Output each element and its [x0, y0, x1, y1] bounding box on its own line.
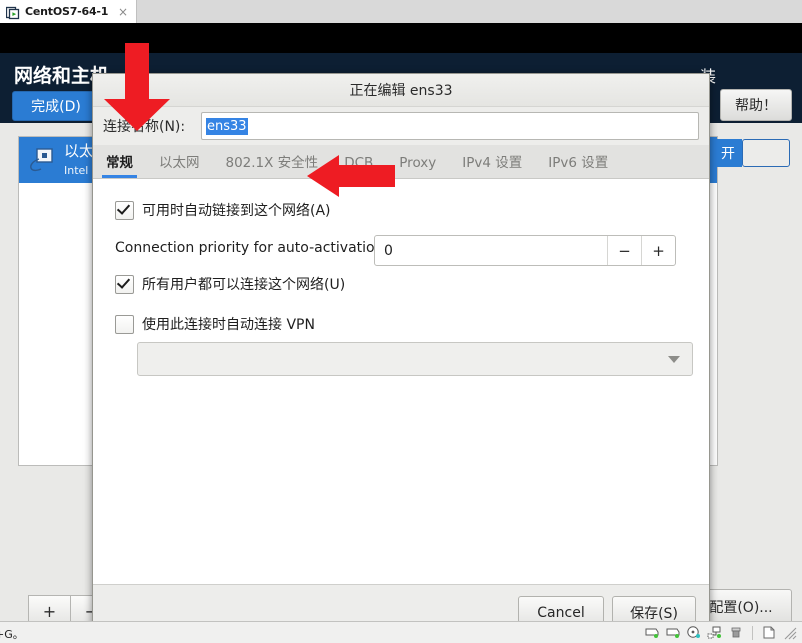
autoconnect-row[interactable]: 可用时自动链接到这个网络(A)	[115, 200, 331, 220]
resize-grip-icon[interactable]	[782, 625, 798, 640]
vpn-select[interactable]	[137, 342, 693, 376]
device-toggle-switch[interactable]	[742, 139, 790, 167]
status-divider	[752, 625, 753, 640]
tab-ethernet[interactable]: 以太网	[146, 156, 213, 179]
vm-thumbnail-icon	[5, 5, 20, 19]
priority-increment-button[interactable]: +	[641, 236, 675, 265]
device-name: 以太	[64, 141, 95, 160]
autoconnect-label: 可用时自动链接到这个网络(A)	[142, 203, 331, 219]
connection-name-value: ens33	[206, 117, 248, 135]
red-arrow-down	[100, 41, 174, 133]
red-arrow-left	[305, 153, 397, 199]
vpn-combo-row[interactable]	[137, 342, 693, 376]
document-icon[interactable]	[761, 625, 777, 640]
device-vendor: Intel	[64, 164, 89, 177]
dialog-titlebar: 正在编辑 ens33	[93, 74, 709, 107]
chevron-down-icon	[668, 355, 680, 363]
status-hint-text: l+G。	[0, 628, 24, 641]
all-users-checkbox[interactable]	[115, 274, 134, 294]
priority-spin-box[interactable]: 0 − +	[374, 235, 676, 266]
vm-tab-centos[interactable]: CentOS7-64-1 ×	[0, 0, 137, 23]
network-adapter-icon[interactable]	[707, 625, 723, 640]
done-button[interactable]: 完成(D)	[12, 91, 100, 121]
priority-value: 0	[384, 242, 393, 259]
toggle-state-label: 开	[714, 139, 742, 167]
connection-name-row: 连接名称(N): ens33	[93, 107, 709, 145]
edit-connection-dialog: 正在编辑 ens33 连接名称(N): ens33 常规 以太网 802.1X …	[92, 73, 710, 643]
connection-name-input[interactable]: ens33	[201, 112, 699, 140]
status-icon-group	[644, 625, 798, 640]
device-text: 以太 Intel	[64, 142, 94, 179]
close-icon[interactable]: ×	[116, 6, 130, 18]
device-toggle-row: 开	[714, 139, 790, 167]
all-users-row[interactable]: 所有用户都可以连接这个网络(U)	[115, 274, 345, 294]
tab-general[interactable]: 常规	[93, 156, 146, 179]
vpn-checkbox[interactable]	[115, 314, 134, 334]
priority-row: Connection priority for auto-activation:	[115, 240, 388, 256]
ethernet-icon	[27, 145, 57, 175]
priority-spinner[interactable]: 0 − +	[374, 235, 676, 266]
vm-tab-title: CentOS7-64-1	[25, 5, 109, 18]
usb-icon[interactable]	[728, 625, 744, 640]
screen-root: CentOS7-64-1 × 网络和主机 完成(D) 装 帮助！	[0, 0, 802, 643]
cd-dvd-icon[interactable]	[686, 625, 702, 640]
tab-ipv4-settings[interactable]: IPv4 设置	[449, 156, 535, 179]
tab-ipv6-settings[interactable]: IPv6 设置	[535, 156, 621, 179]
hard-disk-icon[interactable]	[644, 625, 660, 640]
vmware-tab-bar: CentOS7-64-1 ×	[0, 0, 802, 24]
vpn-label: 使用此连接时自动连接 VPN	[142, 317, 315, 333]
vpn-row[interactable]: 使用此连接时自动连接 VPN	[115, 314, 315, 334]
dialog-tab-bar: 常规 以太网 802.1X 安全性 DCB Proxy IPv4 设置 IPv6…	[93, 145, 709, 179]
hard-disk-icon[interactable]	[665, 625, 681, 640]
priority-decrement-button[interactable]: −	[607, 236, 641, 265]
priority-label: Connection priority for auto-activation:	[115, 240, 389, 256]
autoconnect-checkbox[interactable]	[115, 200, 134, 220]
help-button[interactable]: 帮助！	[720, 89, 792, 121]
all-users-label: 所有用户都可以连接这个网络(U)	[142, 277, 346, 293]
general-tab-panel: 可用时自动链接到这个网络(A) Connection priority for …	[93, 179, 709, 585]
dialog-title: 正在编辑 ens33	[349, 83, 453, 99]
vmware-status-bar: l+G。	[0, 621, 802, 643]
vm-display: 网络和主机 完成(D) 装 帮助！	[0, 23, 802, 643]
